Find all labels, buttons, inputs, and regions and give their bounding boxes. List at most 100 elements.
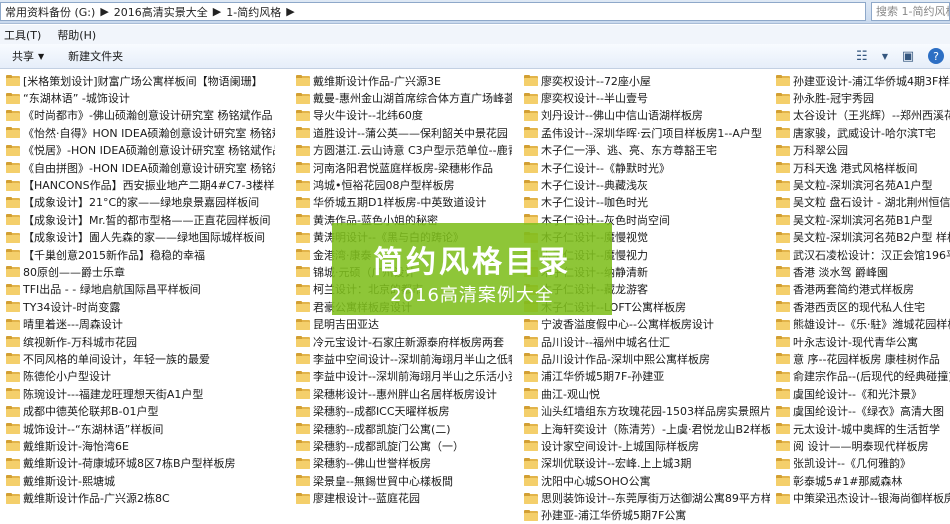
folder-item[interactable]: 【成象设计】圊人先森的家——绿地国际城样板间: [0, 229, 275, 246]
chevron-right-icon[interactable]: ▶: [286, 5, 294, 18]
chevron-down-icon[interactable]: ▼: [882, 52, 888, 61]
folder-item[interactable]: 万科翠公园: [770, 142, 950, 159]
folder-item[interactable]: 梁穗豹--成都ICC天曜样板房: [290, 402, 512, 419]
folder-item[interactable]: 戴维斯设计作品-广兴源3E: [290, 72, 512, 89]
folder-item[interactable]: 【千巢创意2015新作品】稳稳的幸福: [0, 246, 275, 263]
folder-item[interactable]: 戴曼-惠州金山湖首席综合体方直广场峰荟: [290, 89, 512, 106]
folder-item[interactable]: 晴里着迷---周森设计: [0, 315, 275, 332]
menu-help[interactable]: 帮助(H): [57, 27, 96, 43]
menu-tools[interactable]: 工具(T): [4, 27, 41, 43]
folder-item[interactable]: 香港 淡水驾 爵峰園: [770, 263, 950, 280]
folder-item[interactable]: 廖奕权设计--72座小屋: [518, 72, 770, 89]
folder-item[interactable]: 吴文粒 盘石设计 - 湖北荆州恒信.春秋: [770, 194, 950, 211]
folder-item[interactable]: 意 序--花园样板房 康桂树作品: [770, 350, 950, 367]
folder-item[interactable]: 深圳优联设计--宏峰.上上城3期: [518, 455, 770, 472]
folder-item[interactable]: 冷元宝设计-石家庄新源泰府样板房两套: [290, 333, 512, 350]
folder-item[interactable]: 80原创——爵士乐章: [0, 263, 275, 280]
folder-item[interactable]: 【HANCONS作品】西安振业地产二期4#C7-3楼样板房: [0, 176, 275, 193]
new-folder-button[interactable]: 新建文件夹: [56, 48, 135, 64]
folder-item[interactable]: 李益中设计--深圳前海翊月半山之乐活小资: [290, 368, 512, 385]
folder-item[interactable]: 设计家空间设计-上城国际样板房: [518, 437, 770, 454]
preview-pane-icon[interactable]: ▣: [900, 48, 916, 64]
folder-item[interactable]: 梁穗豹--成都凯旋门公寓(二): [290, 420, 512, 437]
folder-item[interactable]: 思则装饰设计--东莞厚街万达御湖公寓89平方样板间: [518, 489, 770, 506]
folder-item[interactable]: 戴维斯设计-熙塘城: [0, 472, 275, 489]
folder-item[interactable]: 陈德伦小户型设计: [0, 368, 275, 385]
folder-item[interactable]: 品川设计--福州中城名仕汇: [518, 333, 770, 350]
breadcrumb-current[interactable]: 1-简约风格: [226, 4, 281, 20]
folder-item[interactable]: 孟伟设计--深圳华晖·云门项目样板房1--A户型: [518, 124, 770, 141]
folder-item[interactable]: 虞国纶设计--《和光汴景》: [770, 385, 950, 402]
folder-item[interactable]: 阅 设计——明泰现代样板房: [770, 437, 950, 454]
folder-item[interactable]: 木子仁一淨、逃、亮、东方尊豁王宅: [518, 142, 770, 159]
help-icon[interactable]: ?: [928, 48, 944, 64]
folder-item[interactable]: 华侨城五期D1样板房-中英致道设计: [290, 194, 512, 211]
folder-item[interactable]: 虞国纶设计--《绿衣》高清大图: [770, 402, 950, 419]
search-input[interactable]: 搜索 1-简约风格: [871, 2, 950, 21]
folder-item[interactable]: 中策梁迅杰设计--银海尚御样板房: [770, 489, 950, 506]
folder-item[interactable]: 武汉石凌松设计：汉正会馆196平米: [770, 246, 950, 263]
folder-item[interactable]: 木子仁设计--《静默时光》: [518, 159, 770, 176]
folder-item[interactable]: 刘丹设计--佛山中信山语湖样板房: [518, 107, 770, 124]
folder-item[interactable]: 《时尚都市》-佛山硕瀚创意设计研究室 杨铭斌作品: [0, 107, 275, 124]
folder-item[interactable]: 彰泰城5#1#那威森林: [770, 472, 950, 489]
folder-item[interactable]: 汕头红墙组东方玫瑰花园-1503样品房实景照片: [518, 402, 770, 419]
folder-item[interactable]: 品川设计作品-深圳中熙公寓样板房: [518, 350, 770, 367]
folder-item[interactable]: 鸿城•恒裕花园08户型样板房: [290, 176, 512, 193]
folder-item[interactable]: 浦江华侨城5期7F-孙建亚: [518, 368, 770, 385]
folder-item[interactable]: 孙永胜-冠宇秀园: [770, 89, 950, 106]
folder-item[interactable]: 木子仁设计--咖色时光: [518, 194, 770, 211]
folder-item[interactable]: 戴维斯设计-荷康城环城8区7栋B户型样板房: [0, 455, 275, 472]
folder-item[interactable]: 李益中空间设计--深圳前海翊月半山之低奢雅韵: [290, 350, 512, 367]
folder-item[interactable]: 孙建亚-浦江华侨城5期7F公寓: [518, 507, 770, 524]
folder-item[interactable]: 城饰设计--“东湖林语”样板间: [0, 420, 275, 437]
folder-item[interactable]: 香港西贡区的现代私人住宅: [770, 298, 950, 315]
folder-item[interactable]: 《悦居》-HON IDEA硕瀚创意设计研究室 杨铭斌作品: [0, 142, 275, 159]
folder-item[interactable]: 吴文粒-深圳滨河名苑B1户型: [770, 211, 950, 228]
folder-item[interactable]: 熊雄设计--《乐·駐》潍城花园样板房: [770, 315, 950, 332]
breadcrumb-drive[interactable]: 常用资料备份 (G:): [5, 4, 95, 20]
folder-item[interactable]: TFI出品 - - 绿地启航国际昌平样板间: [0, 281, 275, 298]
folder-item[interactable]: “东湖林语” -城饰设计: [0, 89, 275, 106]
folder-item[interactable]: 香港两套简约港式样板房: [770, 281, 950, 298]
folder-item[interactable]: 不同风格的单间设计，年轻一族的最爱: [0, 350, 275, 367]
folder-item[interactable]: 俞建宗作品--(后现代的经典碰撞): [770, 368, 950, 385]
folder-item[interactable]: 河南洛阳君悦蓝庭样板房-梁穗彬作品: [290, 159, 512, 176]
folder-item[interactable]: 导火牛设计--北纬60度: [290, 107, 512, 124]
folder-item[interactable]: 宁波香溢度假中心--公寓样板房设计: [518, 315, 770, 332]
folder-item[interactable]: 戴维斯设计作品-广兴源2栋8C: [0, 489, 275, 506]
folder-item[interactable]: 道胜设计--蒲公英——保利韶关中景花园: [290, 124, 512, 141]
folder-item[interactable]: 廖建根设计--蓝庭花园: [290, 489, 512, 506]
folder-item[interactable]: TY34设计-时尚变露: [0, 298, 275, 315]
folder-item[interactable]: 《自由拼图》-HON IDEA硕瀚创意设计研究室 杨铭斌作品: [0, 159, 275, 176]
folder-item[interactable]: 梁景皇--無錫世貿中心樣板間: [290, 472, 512, 489]
folder-item[interactable]: 成都中德英伦联邦B-01户型: [0, 402, 275, 419]
folder-item[interactable]: 太谷设计（王兆辉）--郑州西溪花园A: [770, 107, 950, 124]
folder-item[interactable]: 【成象设计】21°C的家——绿地泉景嘉园样板间: [0, 194, 275, 211]
folder-item[interactable]: 梁穗彬设计--惠州胖山名居样板房设计: [290, 385, 512, 402]
folder-item[interactable]: 孙建亚设计-浦江华侨城4期3F样板房: [770, 72, 950, 89]
folder-item[interactable]: 昆明吉田亚达: [290, 315, 512, 332]
folder-item[interactable]: 叶永志设计-现代青华公寓: [770, 333, 950, 350]
folder-item[interactable]: 梁穗豹--佛山世誉样板房: [290, 455, 512, 472]
folder-item[interactable]: 吴文粒-深圳滨河名苑B2户型 样板房: [770, 229, 950, 246]
view-options-icon[interactable]: ☷: [854, 48, 870, 64]
folder-item[interactable]: 张凯设计--《几何雅韵》: [770, 455, 950, 472]
folder-item[interactable]: 缤视新作-万科城市花园: [0, 333, 275, 350]
folder-item[interactable]: 木子仁设计--典藏浅灰: [518, 176, 770, 193]
folder-item[interactable]: 元太设计-城中奥辉的生活哲学: [770, 420, 950, 437]
chevron-right-icon[interactable]: ▶: [100, 5, 108, 18]
chevron-right-icon[interactable]: ▶: [213, 5, 221, 18]
folder-item[interactable]: 【成象设计】Mr.皙的都市型格——正直花园样板间: [0, 211, 275, 228]
folder-item[interactable]: 梁穗豹--成都凯旋门公寓（一）: [290, 437, 512, 454]
address-bar[interactable]: 常用资料备份 (G:) ▶ 2016高清实景大全 ▶ 1-简约风格 ▶: [0, 2, 866, 21]
folder-item[interactable]: 方圆湛江.云山诗意 C3户型示范单位--鹿青: [290, 142, 512, 159]
folder-item[interactable]: 唐家骏，武威设计-哈尔滨T宅: [770, 124, 950, 141]
folder-item[interactable]: 沈阳中心城SOHO公寓: [518, 472, 770, 489]
folder-item[interactable]: 吴文粒-深圳滨河名苑A1户型: [770, 176, 950, 193]
folder-item[interactable]: 戴维斯设计-海怡湾6E: [0, 437, 275, 454]
folder-item[interactable]: [米格策划设计]财富广场公寓样板间【物语阑珊】: [0, 72, 275, 89]
folder-item[interactable]: 上海轩奕设计（陈清芳）-上虞·君悦龙山B2样板房: [518, 420, 770, 437]
folder-item[interactable]: 廖奕权设计--半山壹号: [518, 89, 770, 106]
folder-item[interactable]: 《怡然·自得》HON IDEA硕瀚创意设计研究室 杨铭斌作品: [0, 124, 275, 141]
